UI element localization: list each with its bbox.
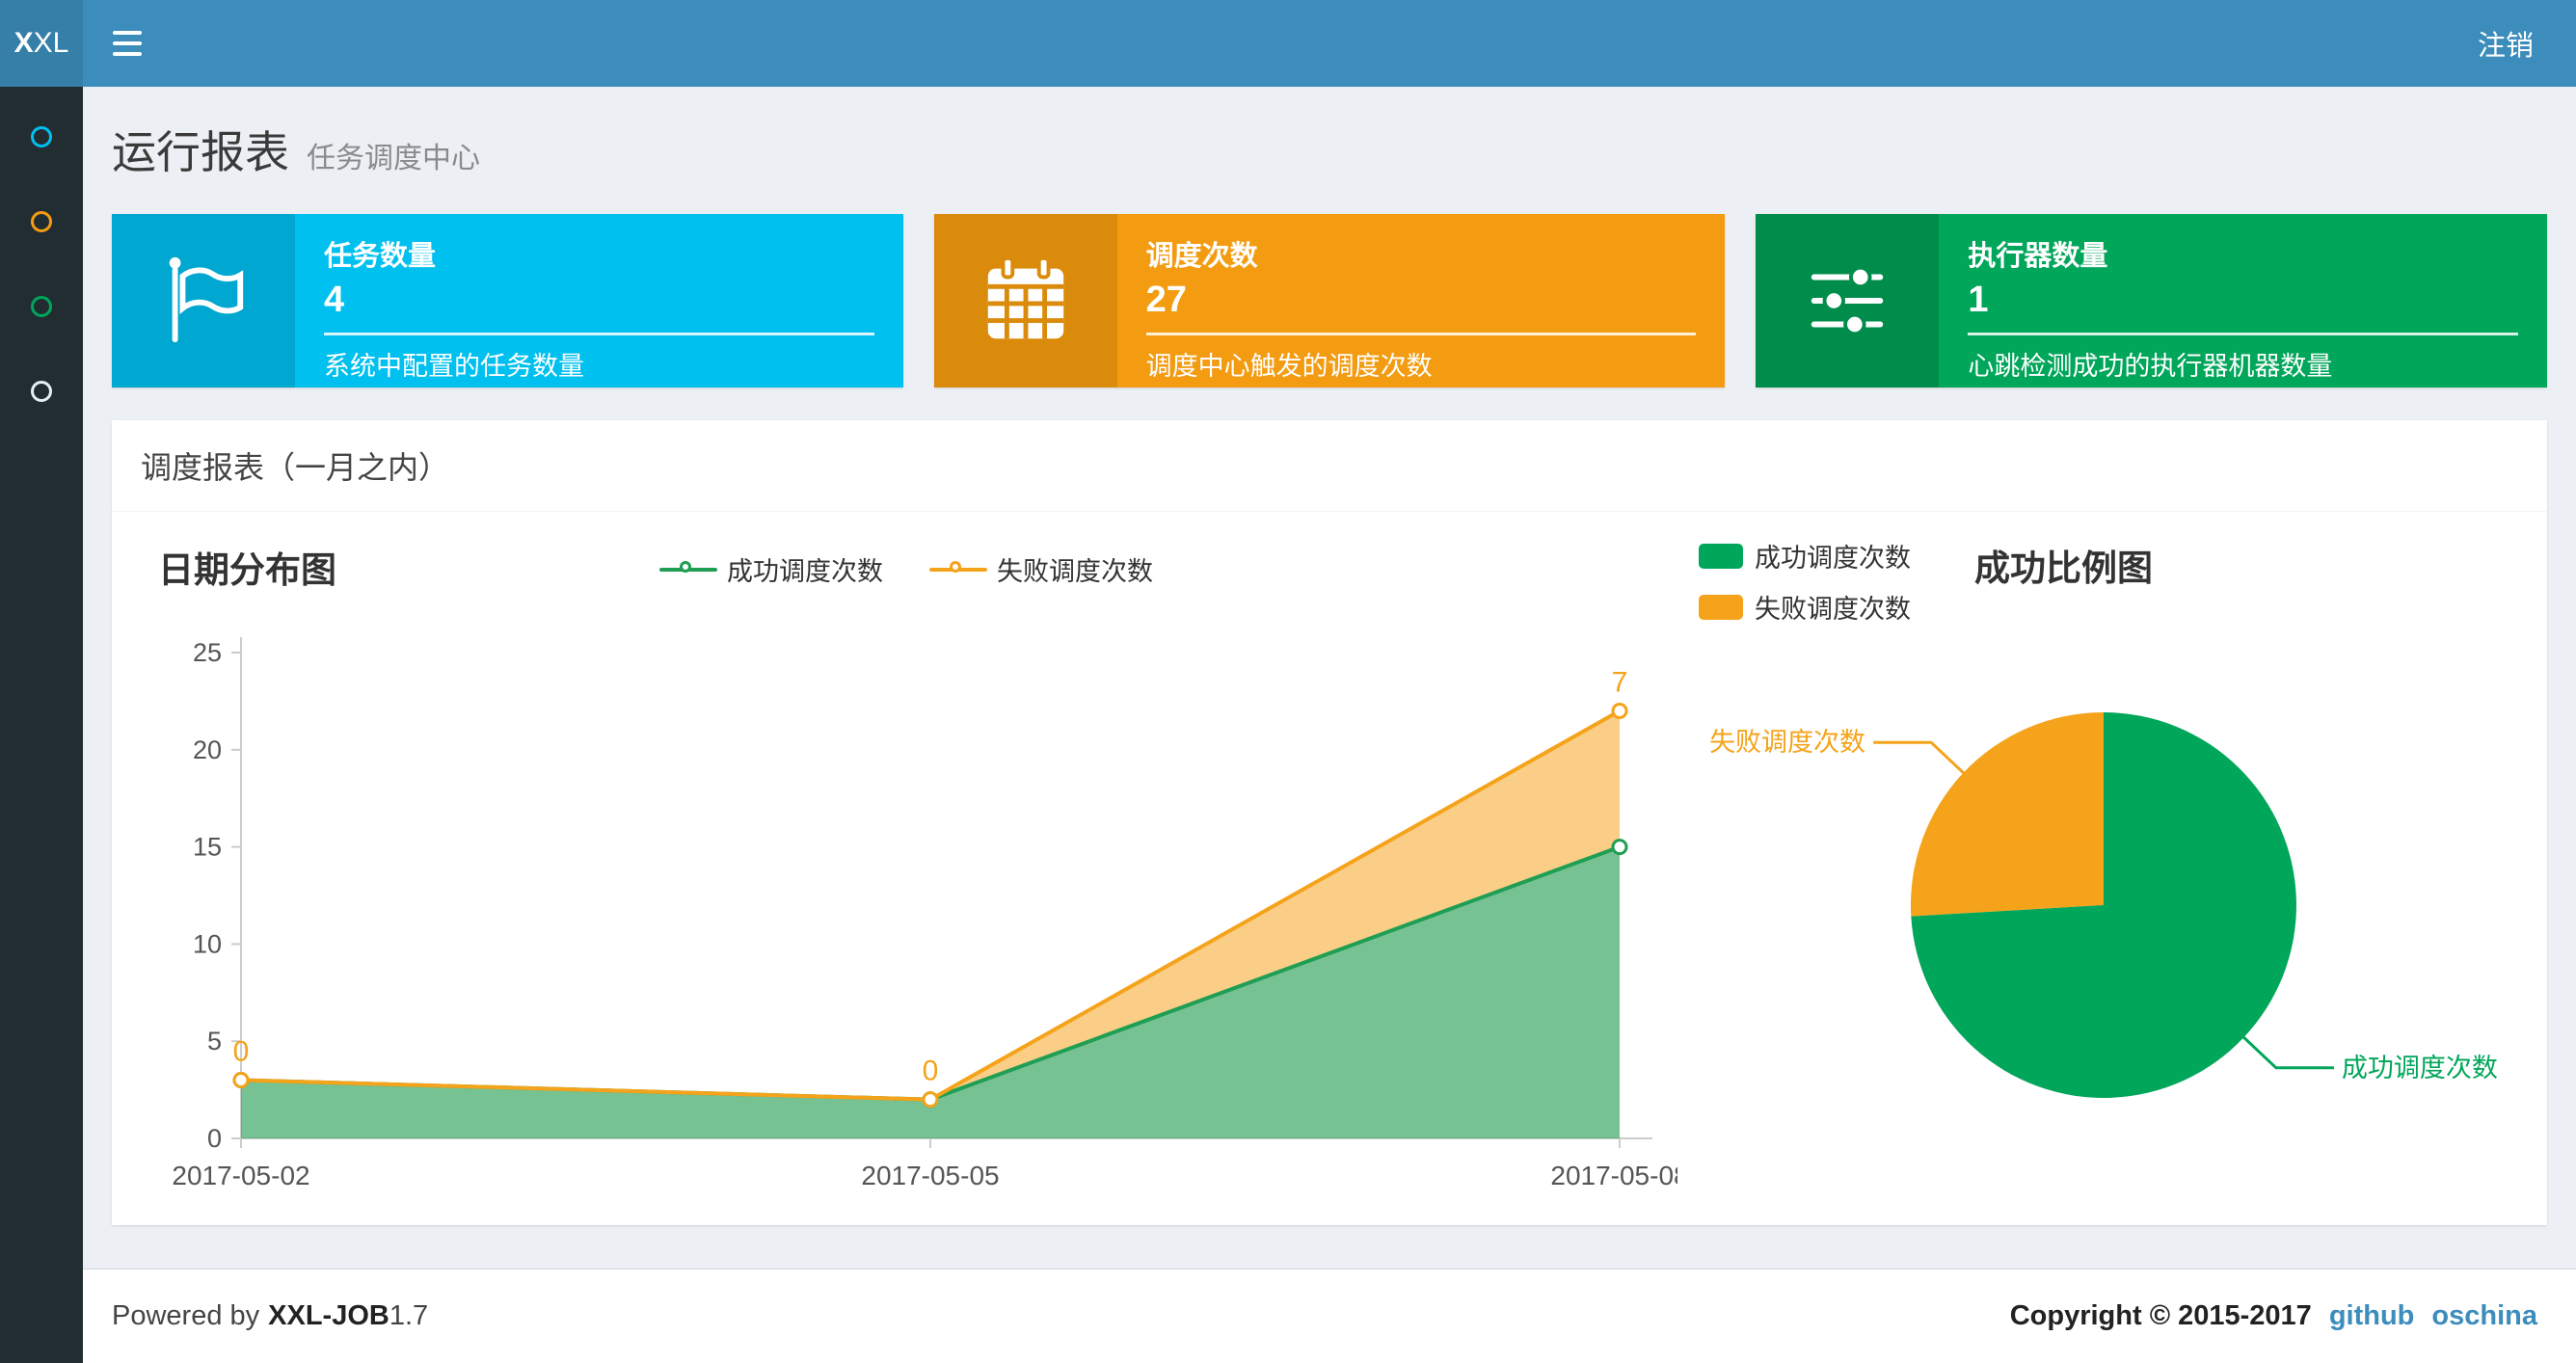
svg-text:0: 0: [207, 1124, 222, 1153]
product-version: 1.7: [389, 1300, 429, 1331]
sidebar-item-3[interactable]: [0, 264, 83, 349]
info-box-label: 执行器数量: [1968, 241, 2108, 272]
page-subtitle: 任务调度中心: [307, 143, 480, 174]
circle-icon: [31, 381, 52, 402]
svg-text:15: 15: [193, 833, 222, 862]
top-navbar: X XL 注销: [0, 0, 2576, 87]
sidebar-item-1[interactable]: [0, 94, 83, 179]
oschina-link[interactable]: oschina: [2431, 1300, 2537, 1332]
line-chart-legend: 成功调度次数 失败调度次数: [135, 525, 1677, 588]
svg-text:2017-05-02: 2017-05-02: [172, 1161, 309, 1190]
sidebar-nav: [0, 87, 83, 1363]
legend-label: 成功调度次数: [1755, 544, 1911, 573]
app-logo[interactable]: X XL: [0, 0, 83, 87]
success-ratio-chart: 成功调度次数 失败调度次数 成功比例图 失败调度次数 成功调度次数: [1677, 525, 2524, 1206]
product-name: XXL-JOB: [268, 1300, 389, 1331]
color-swatch-icon: [1699, 543, 1743, 569]
svg-text:0: 0: [923, 1056, 939, 1087]
svg-text:10: 10: [193, 929, 222, 958]
legend-item-fail[interactable]: 失败调度次数: [929, 550, 1153, 588]
info-box-value: 4: [324, 280, 345, 320]
calendar-icon: [987, 255, 1063, 339]
divider: [1145, 333, 1697, 335]
charts-row: 日期分布图 成功调度次数 失败调度次数 0 5 10 15 20 25 2017…: [112, 512, 2547, 1225]
divider: [1968, 333, 2519, 335]
info-box-row: 任务数量 4 系统中配置的任务数量 调度次数 27 调度中心触发的调度次数 执行…: [112, 214, 2548, 388]
pie-chart-legend: 成功调度次数 失败调度次数: [1699, 525, 1911, 626]
info-box-label: 调度次数: [1145, 241, 1258, 272]
logo-text-bold: X: [13, 27, 34, 59]
color-swatch-icon: [1699, 594, 1743, 620]
legend-label: 失败调度次数: [997, 557, 1153, 586]
sidebar-item-2[interactable]: [0, 179, 83, 264]
report-panel: 调度报表（一月之内） 日期分布图 成功调度次数 失败调度次数 0 5 10 15…: [112, 420, 2547, 1225]
pie-chart-svg: 失败调度次数成功调度次数: [1709, 712, 2498, 1098]
line-series-marker-icon: [659, 560, 717, 578]
sliders-icon: [1811, 265, 1884, 336]
page-footer: Powered by XXL-JOB1.7 Copyright © 2015-20…: [83, 1269, 2576, 1363]
svg-text:20: 20: [193, 735, 222, 764]
info-box-triggers: 调度次数 27 调度中心触发的调度次数: [933, 214, 1726, 388]
flag-icon: [169, 256, 244, 343]
info-box-executors: 执行器数量 1 心跳检测成功的执行器机器数量: [1756, 214, 2548, 388]
info-box-label: 任务数量: [324, 241, 437, 272]
info-box-value: 1: [1968, 280, 1989, 320]
pie-legend-item-fail[interactable]: 失败调度次数: [1699, 588, 1911, 626]
line-chart-title: 日期分布图: [158, 550, 336, 590]
circle-icon: [31, 211, 52, 232]
pie-chart-title: 成功比例图: [1974, 548, 2153, 588]
svg-text:25: 25: [193, 638, 222, 667]
svg-text:成功调度次数: 成功调度次数: [2342, 1054, 2498, 1082]
info-box-description: 心跳检测成功的执行器机器数量: [1968, 352, 2333, 381]
line-chart-svg: 05101520252017-05-02 2017-05-05 2017-05-08…: [172, 637, 1677, 1190]
navbar-bar: 注销: [83, 0, 2576, 87]
hamburger-icon: [113, 31, 142, 35]
powered-by: Powered by XXL-JOB1.7: [112, 1300, 429, 1331]
info-box-value: 27: [1145, 280, 1187, 320]
svg-text:7: 7: [1612, 666, 1628, 698]
divider: [324, 333, 874, 335]
svg-text:失败调度次数: 失败调度次数: [1709, 728, 1865, 757]
logo-text: XL: [33, 27, 69, 59]
date-distribution-chart: 日期分布图 成功调度次数 失败调度次数 0 5 10 15 20 25 2017…: [135, 525, 1677, 1206]
svg-text:5: 5: [207, 1027, 222, 1056]
panel-title: 调度报表（一月之内）: [112, 420, 2547, 512]
content-header: 运行报表 任务调度中心: [112, 118, 2547, 181]
legend-label: 失败调度次数: [1755, 595, 1911, 624]
info-box-jobs: 任务数量 4 系统中配置的任务数量: [112, 214, 903, 388]
sidebar-item-4[interactable]: [0, 349, 83, 434]
svg-text:2017-05-05: 2017-05-05: [861, 1161, 999, 1190]
legend-label: 成功调度次数: [727, 557, 883, 586]
line-series-marker-icon: [929, 560, 987, 578]
info-box-description: 调度中心触发的调度次数: [1145, 352, 1433, 381]
sidebar-toggle-button[interactable]: [83, 0, 172, 87]
main-content: 运行报表 任务调度中心 任务数量 4 系统中配置的任务数量 调度次数 27 调度…: [83, 87, 2576, 1269]
circle-icon: [31, 126, 52, 147]
github-link[interactable]: github: [2329, 1300, 2415, 1332]
legend-item-success[interactable]: 成功调度次数: [659, 550, 883, 588]
svg-text:0: 0: [233, 1036, 250, 1068]
page-title: 运行报表: [112, 127, 289, 177]
info-box-description: 系统中配置的任务数量: [324, 352, 584, 381]
copyright-text: Copyright © 2015-2017: [2009, 1300, 2312, 1331]
pie-legend-item-success[interactable]: 成功调度次数: [1699, 537, 1911, 575]
circle-icon: [31, 296, 52, 317]
svg-text:2017-05-08: 2017-05-08: [1550, 1161, 1677, 1190]
logout-link[interactable]: 注销: [2478, 23, 2534, 64]
